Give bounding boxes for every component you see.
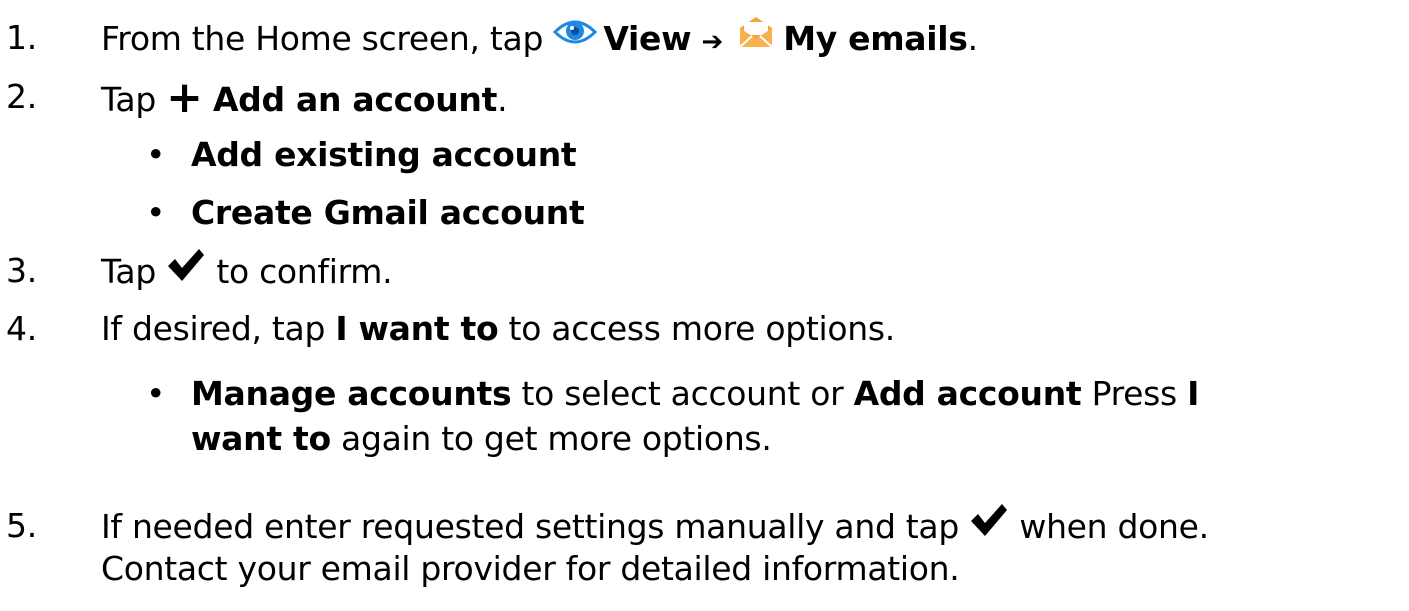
mail-icon: [737, 14, 775, 59]
bullet: •: [146, 374, 166, 413]
step-text: Contact your email provider for detailed…: [101, 549, 960, 588]
option-label: Add existing account: [191, 135, 577, 174]
i-want-to-label: want to: [191, 419, 331, 458]
i-want-to-label: I want to: [335, 309, 499, 348]
bullet: •: [146, 135, 166, 174]
add-an-account-label: Add an account: [212, 80, 498, 119]
bullet: •: [146, 193, 166, 232]
manage-accounts-label: Manage accounts: [191, 374, 512, 413]
arrow-icon: ➔: [701, 27, 723, 57]
step-number: 1.: [6, 18, 37, 57]
step-text: If desired, tap: [101, 309, 336, 348]
eye-icon: [553, 14, 598, 59]
step-text: Tap: [101, 80, 167, 119]
option-label: Create Gmail account: [191, 193, 585, 232]
view-label: View: [603, 19, 692, 58]
plus-icon: +: [166, 72, 203, 123]
checkmark-icon: [969, 502, 1009, 547]
step-text: From the Home screen, tap: [101, 19, 554, 58]
checkmark-icon: [166, 247, 206, 292]
step-text: If needed enter requested settings manua…: [101, 507, 970, 546]
step-number: 3.: [6, 251, 37, 290]
step-number: 5.: [6, 506, 37, 545]
add-account-label: Add account: [853, 374, 1082, 413]
step-text: Tap: [101, 252, 167, 291]
step-number: 4.: [6, 309, 37, 348]
my-emails-label: My emails: [783, 19, 968, 58]
step-number: 2.: [6, 77, 37, 116]
